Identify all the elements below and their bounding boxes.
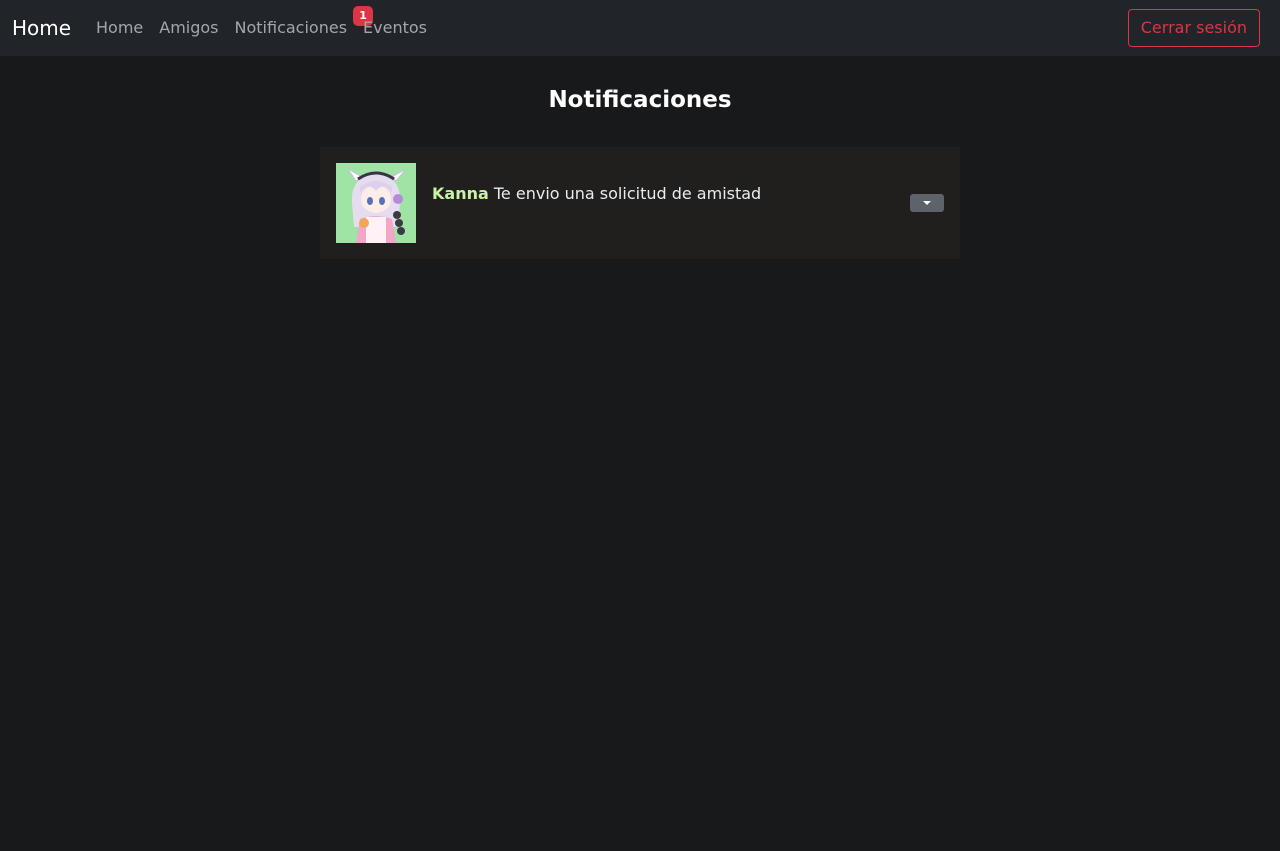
caret-down-icon [923, 201, 931, 205]
navbar-brand[interactable]: Home [12, 14, 71, 42]
nav-link-amigos[interactable]: Amigos [159, 17, 218, 39]
logout-button[interactable]: Cerrar sesión [1127, 9, 1260, 47]
nav-link-notificaciones[interactable]: Notificaciones 1 [234, 6, 374, 39]
navbar: Home Home Amigos Notificaciones 1 Evento… [0, 0, 1280, 56]
nav-link-notificaciones-label: Notificaciones [234, 18, 348, 37]
user-avatar [336, 163, 416, 243]
avatar-image-icon [336, 163, 416, 243]
notification-message: Te envio una solicitud de amistad [493, 184, 762, 203]
notification-card: Kanna Te envio una solicitud de amistad [320, 147, 960, 259]
page-title: Notificaciones [548, 87, 732, 113]
notification-text: Kanna Te envio una solicitud de amistad [432, 183, 761, 205]
notification-username[interactable]: Kanna [432, 184, 489, 203]
notification-actions-dropdown-button[interactable] [910, 194, 944, 212]
nav-links: Home Amigos Notificaciones 1 Eventos [96, 6, 443, 39]
nav-link-eventos[interactable]: Eventos [363, 17, 427, 39]
nav-link-home[interactable]: Home [96, 17, 143, 39]
